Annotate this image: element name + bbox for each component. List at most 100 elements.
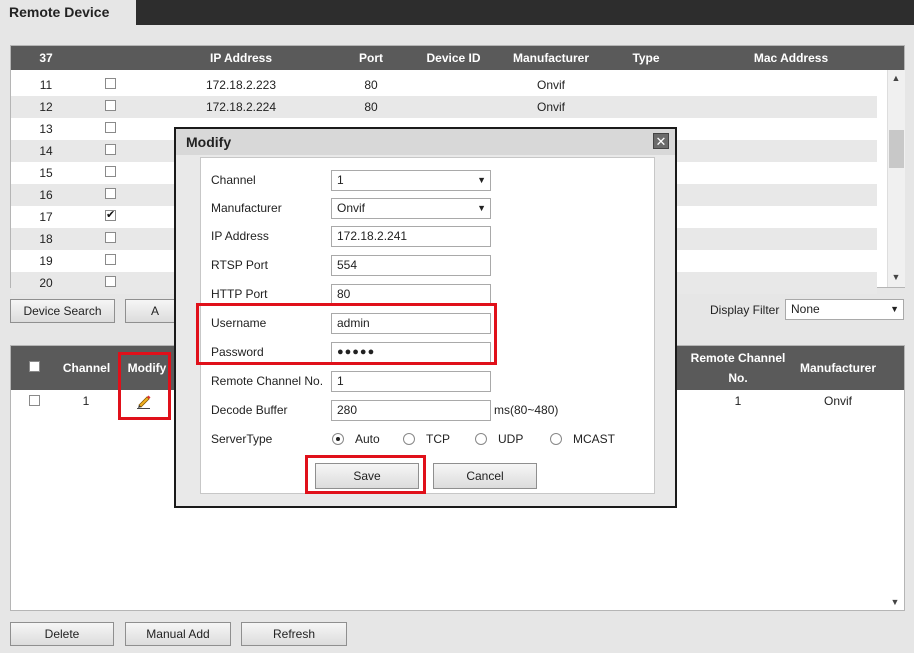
delete-button[interactable]: Delete xyxy=(10,622,114,646)
window-title: Remote Device xyxy=(0,0,136,25)
row-checkbox[interactable] xyxy=(105,276,116,287)
header-type: Type xyxy=(632,51,660,65)
header-remote-channel-2: No. xyxy=(728,371,748,385)
save-button[interactable]: Save xyxy=(315,463,419,489)
server-type-label: ServerType xyxy=(211,432,273,446)
header-channel: Channel xyxy=(62,361,111,375)
manufacturer-value: Onvif xyxy=(337,201,366,215)
decode-buffer-field[interactable]: 280 xyxy=(331,400,491,421)
row-number: 17 xyxy=(39,210,53,224)
rtsp-label: RTSP Port xyxy=(211,258,268,272)
channel-select[interactable]: 1 ▼ xyxy=(331,170,491,191)
row-checkbox[interactable] xyxy=(105,166,116,177)
scroll-down-icon[interactable]: ▼ xyxy=(888,269,904,285)
header-count: 37 xyxy=(39,51,53,65)
ip-address-field[interactable]: 172.18.2.241 xyxy=(331,226,491,247)
row-number: 12 xyxy=(39,100,53,114)
chevron-down-icon: ▼ xyxy=(477,203,486,213)
row-ip: 172.18.2.224 xyxy=(205,100,277,114)
row-number: 11 xyxy=(39,78,53,92)
radio-tcp-label: TCP xyxy=(426,432,450,446)
scroll-thumb[interactable] xyxy=(889,130,904,168)
display-filter-label: Display Filter xyxy=(710,303,780,317)
pencil-icon[interactable] xyxy=(135,393,153,409)
display-filter-select[interactable]: None ▼ xyxy=(785,299,904,320)
username-field[interactable]: admin xyxy=(331,313,491,334)
radio-tcp[interactable] xyxy=(403,433,415,445)
row-checkbox[interactable] xyxy=(105,78,116,89)
radio-mcast-label: MCAST xyxy=(573,432,615,446)
refresh-button[interactable]: Refresh xyxy=(241,622,347,646)
row-manufacturer: Onvif xyxy=(823,394,852,408)
remote-channel-label: Remote Channel No. xyxy=(211,374,324,388)
row-checkbox[interactable] xyxy=(105,100,116,111)
username-label: Username xyxy=(211,316,267,330)
decode-buffer-unit: ms(80~480) xyxy=(494,403,559,417)
modify-dialog: Modify ✕ Channel 1 ▼ Manufacturer Onvif … xyxy=(174,127,677,508)
row-checkbox[interactable] xyxy=(105,122,116,133)
row-remote-channel: 1 xyxy=(734,394,742,408)
manual-add-button[interactable]: Manual Add xyxy=(125,622,231,646)
row-ip: 172.18.2.223 xyxy=(205,78,277,92)
row-port: 80 xyxy=(364,100,378,114)
header-manufacturer: Manufacturer xyxy=(512,51,589,65)
row-checkbox[interactable] xyxy=(105,144,116,155)
radio-mcast[interactable] xyxy=(550,433,562,445)
header-device-id: Device ID xyxy=(426,51,481,65)
row-manufacturer: Onvif xyxy=(536,100,565,114)
row-number: 13 xyxy=(39,122,53,136)
row-number: 14 xyxy=(39,144,53,158)
row-checkbox[interactable]: ✔ xyxy=(105,210,116,221)
row-checkbox[interactable] xyxy=(105,188,116,199)
password-field[interactable]: ●●●●● xyxy=(331,342,491,363)
chevron-down-icon: ▼ xyxy=(477,175,486,185)
table-row[interactable]: 11 172.18.2.223 80 Onvif xyxy=(11,74,877,96)
manufacturer-select[interactable]: Onvif ▼ xyxy=(331,198,491,219)
dialog-title: Modify xyxy=(176,129,675,155)
scroll-down-icon[interactable]: ▼ xyxy=(887,594,903,610)
row-manufacturer: Onvif xyxy=(536,78,565,92)
channel-value: 1 xyxy=(337,173,344,187)
decode-buffer-label: Decode Buffer xyxy=(211,403,288,417)
search-scrollbar[interactable]: ▲ ▼ xyxy=(887,70,905,287)
radio-auto[interactable] xyxy=(332,433,344,445)
channel-label: Channel xyxy=(211,173,256,187)
device-search-button[interactable]: Device Search xyxy=(10,299,115,323)
header-remote-channel-1: Remote Channel xyxy=(690,351,786,365)
display-filter-value: None xyxy=(791,302,820,316)
row-checkbox[interactable] xyxy=(105,254,116,265)
row-checkbox[interactable] xyxy=(29,395,40,406)
row-checkbox[interactable] xyxy=(105,232,116,243)
row-number: 18 xyxy=(39,232,53,246)
title-bar xyxy=(0,0,914,25)
header-port: Port xyxy=(359,51,383,65)
row-port: 80 xyxy=(364,78,378,92)
row-number: 20 xyxy=(39,276,53,290)
header-manufacturer-added: Manufacturer xyxy=(799,361,876,375)
table-row[interactable]: 12 172.18.2.224 80 Onvif xyxy=(11,96,877,118)
chevron-down-icon: ▼ xyxy=(890,304,899,314)
http-port-field[interactable]: 80 xyxy=(331,284,491,305)
header-ip: IP Address xyxy=(209,51,273,65)
http-label: HTTP Port xyxy=(211,287,268,301)
dialog-form: Channel 1 ▼ Manufacturer Onvif ▼ IP Addr… xyxy=(200,157,655,494)
row-number: 19 xyxy=(39,254,53,268)
row-number: 16 xyxy=(39,188,53,202)
password-label: Password xyxy=(211,345,264,359)
cancel-button[interactable]: Cancel xyxy=(433,463,537,489)
select-all-checkbox[interactable] xyxy=(29,361,40,372)
radio-udp-label: UDP xyxy=(498,432,524,446)
header-mac: Mac Address xyxy=(753,51,829,65)
radio-auto-label: Auto xyxy=(355,432,380,446)
close-icon[interactable]: ✕ xyxy=(653,133,669,149)
row-number: 15 xyxy=(39,166,53,180)
rtsp-port-field[interactable]: 554 xyxy=(331,255,491,276)
row-channel: 1 xyxy=(82,394,90,408)
remote-channel-field[interactable]: 1 xyxy=(331,371,491,392)
manufacturer-label: Manufacturer xyxy=(211,201,282,215)
scroll-up-icon[interactable]: ▲ xyxy=(888,70,904,86)
radio-udp[interactable] xyxy=(475,433,487,445)
header-modify: Modify xyxy=(127,361,167,375)
search-table-header: 37 IP Address Port Device ID Manufacture… xyxy=(11,46,904,70)
ip-label: IP Address xyxy=(211,229,269,243)
